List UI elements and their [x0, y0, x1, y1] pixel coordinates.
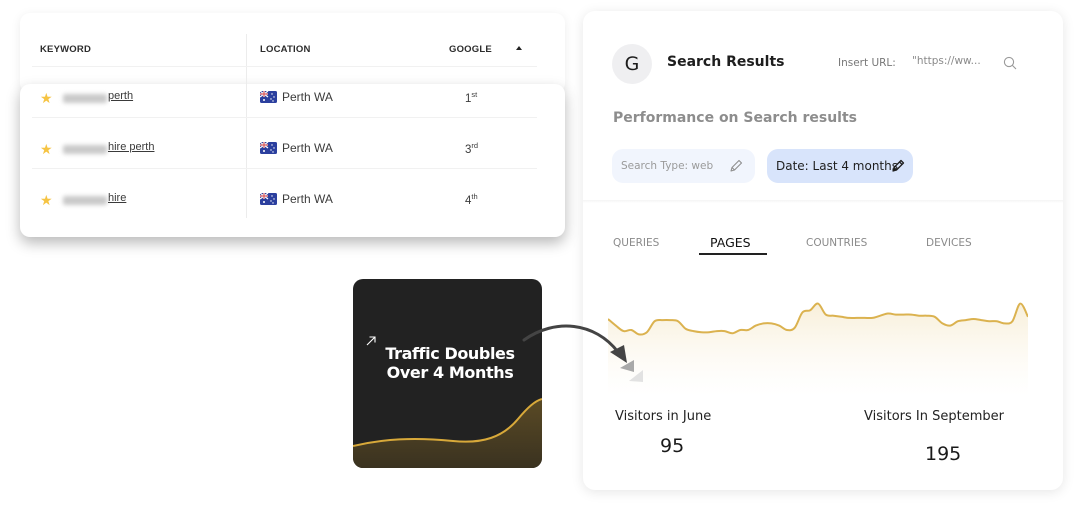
section-divider: [583, 200, 1063, 203]
url-input[interactable]: [912, 55, 992, 67]
star-icon[interactable]: ★: [40, 91, 53, 105]
location-text: Perth WA: [282, 141, 333, 155]
location-text: Perth WA: [282, 90, 333, 104]
rank-suffix: st: [471, 90, 478, 99]
tab-devices[interactable]: DEVICES: [926, 237, 972, 249]
traffic-callout-card: Traffic Doubles Over 4 Months: [353, 279, 542, 468]
tab-pages[interactable]: PAGES: [710, 235, 751, 250]
visitors-june-value: 95: [660, 435, 685, 457]
blurred-keyword-prefix: [63, 145, 107, 154]
google-rank: 1st: [465, 90, 477, 105]
search-type-filter[interactable]: Search Type: web: [612, 149, 755, 183]
pencil-icon[interactable]: [891, 159, 905, 173]
australia-flag-icon: [260, 193, 277, 205]
visitors-september-value: 195: [925, 443, 962, 465]
table-row: ★ perth Perth WA 1st: [20, 81, 565, 131]
star-icon[interactable]: ★: [40, 142, 53, 156]
tab-countries[interactable]: COUNTRIES: [806, 237, 867, 249]
keyword-link[interactable]: hire: [108, 192, 126, 204]
search-type-label: Search Type: web: [621, 160, 714, 172]
date-filter-label: Date: Last 4 months: [776, 159, 898, 173]
caret-up-icon[interactable]: [516, 46, 522, 50]
rank-suffix: rd: [471, 141, 479, 150]
australia-flag-icon: [260, 91, 277, 103]
google-avatar: G: [612, 44, 652, 84]
active-tab-indicator: [699, 253, 767, 255]
visitors-september-label: Visitors In September: [864, 409, 1004, 424]
callout-wave-graphic: [353, 398, 542, 468]
callout-text: Traffic Doubles Over 4 Months: [375, 344, 525, 382]
visitors-june-label: Visitors in June: [615, 409, 712, 424]
url-label: Insert URL:: [838, 57, 896, 69]
traffic-chart: [608, 302, 1028, 396]
column-header-location[interactable]: LOCATION: [260, 44, 311, 55]
blurred-keyword-prefix: [63, 94, 107, 103]
keyword-link[interactable]: hire perth: [108, 141, 154, 153]
australia-flag-icon: [260, 142, 277, 154]
google-rank: 3rd: [465, 141, 478, 156]
row-divider: [32, 66, 537, 67]
google-rank: 4th: [465, 192, 478, 207]
wave-area: [353, 399, 542, 468]
date-filter[interactable]: Date: Last 4 months: [767, 149, 913, 183]
callout-line-1: Traffic Doubles: [385, 344, 515, 363]
panel-title: Search Results: [667, 54, 785, 70]
blurred-keyword-prefix: [63, 196, 107, 205]
star-icon[interactable]: ★: [40, 193, 53, 207]
search-results-panel: G Search Results Insert URL: Performance…: [583, 11, 1063, 490]
keyword-link[interactable]: perth: [108, 90, 133, 102]
search-icon[interactable]: [1003, 56, 1017, 70]
chart-area-fill: [608, 303, 1028, 396]
table-row: ★ hire Perth WA 4th: [20, 183, 565, 233]
column-header-keyword[interactable]: KEYWORD: [40, 44, 91, 55]
column-header-google[interactable]: GOOGLE: [449, 44, 492, 55]
tab-queries[interactable]: QUERIES: [613, 237, 659, 249]
rank-suffix: th: [471, 192, 478, 201]
performance-title: Performance on Search results: [613, 110, 857, 126]
pencil-icon[interactable]: [729, 159, 743, 173]
table-row: ★ hire perth Perth WA 3rd: [20, 132, 565, 182]
location-text: Perth WA: [282, 192, 333, 206]
